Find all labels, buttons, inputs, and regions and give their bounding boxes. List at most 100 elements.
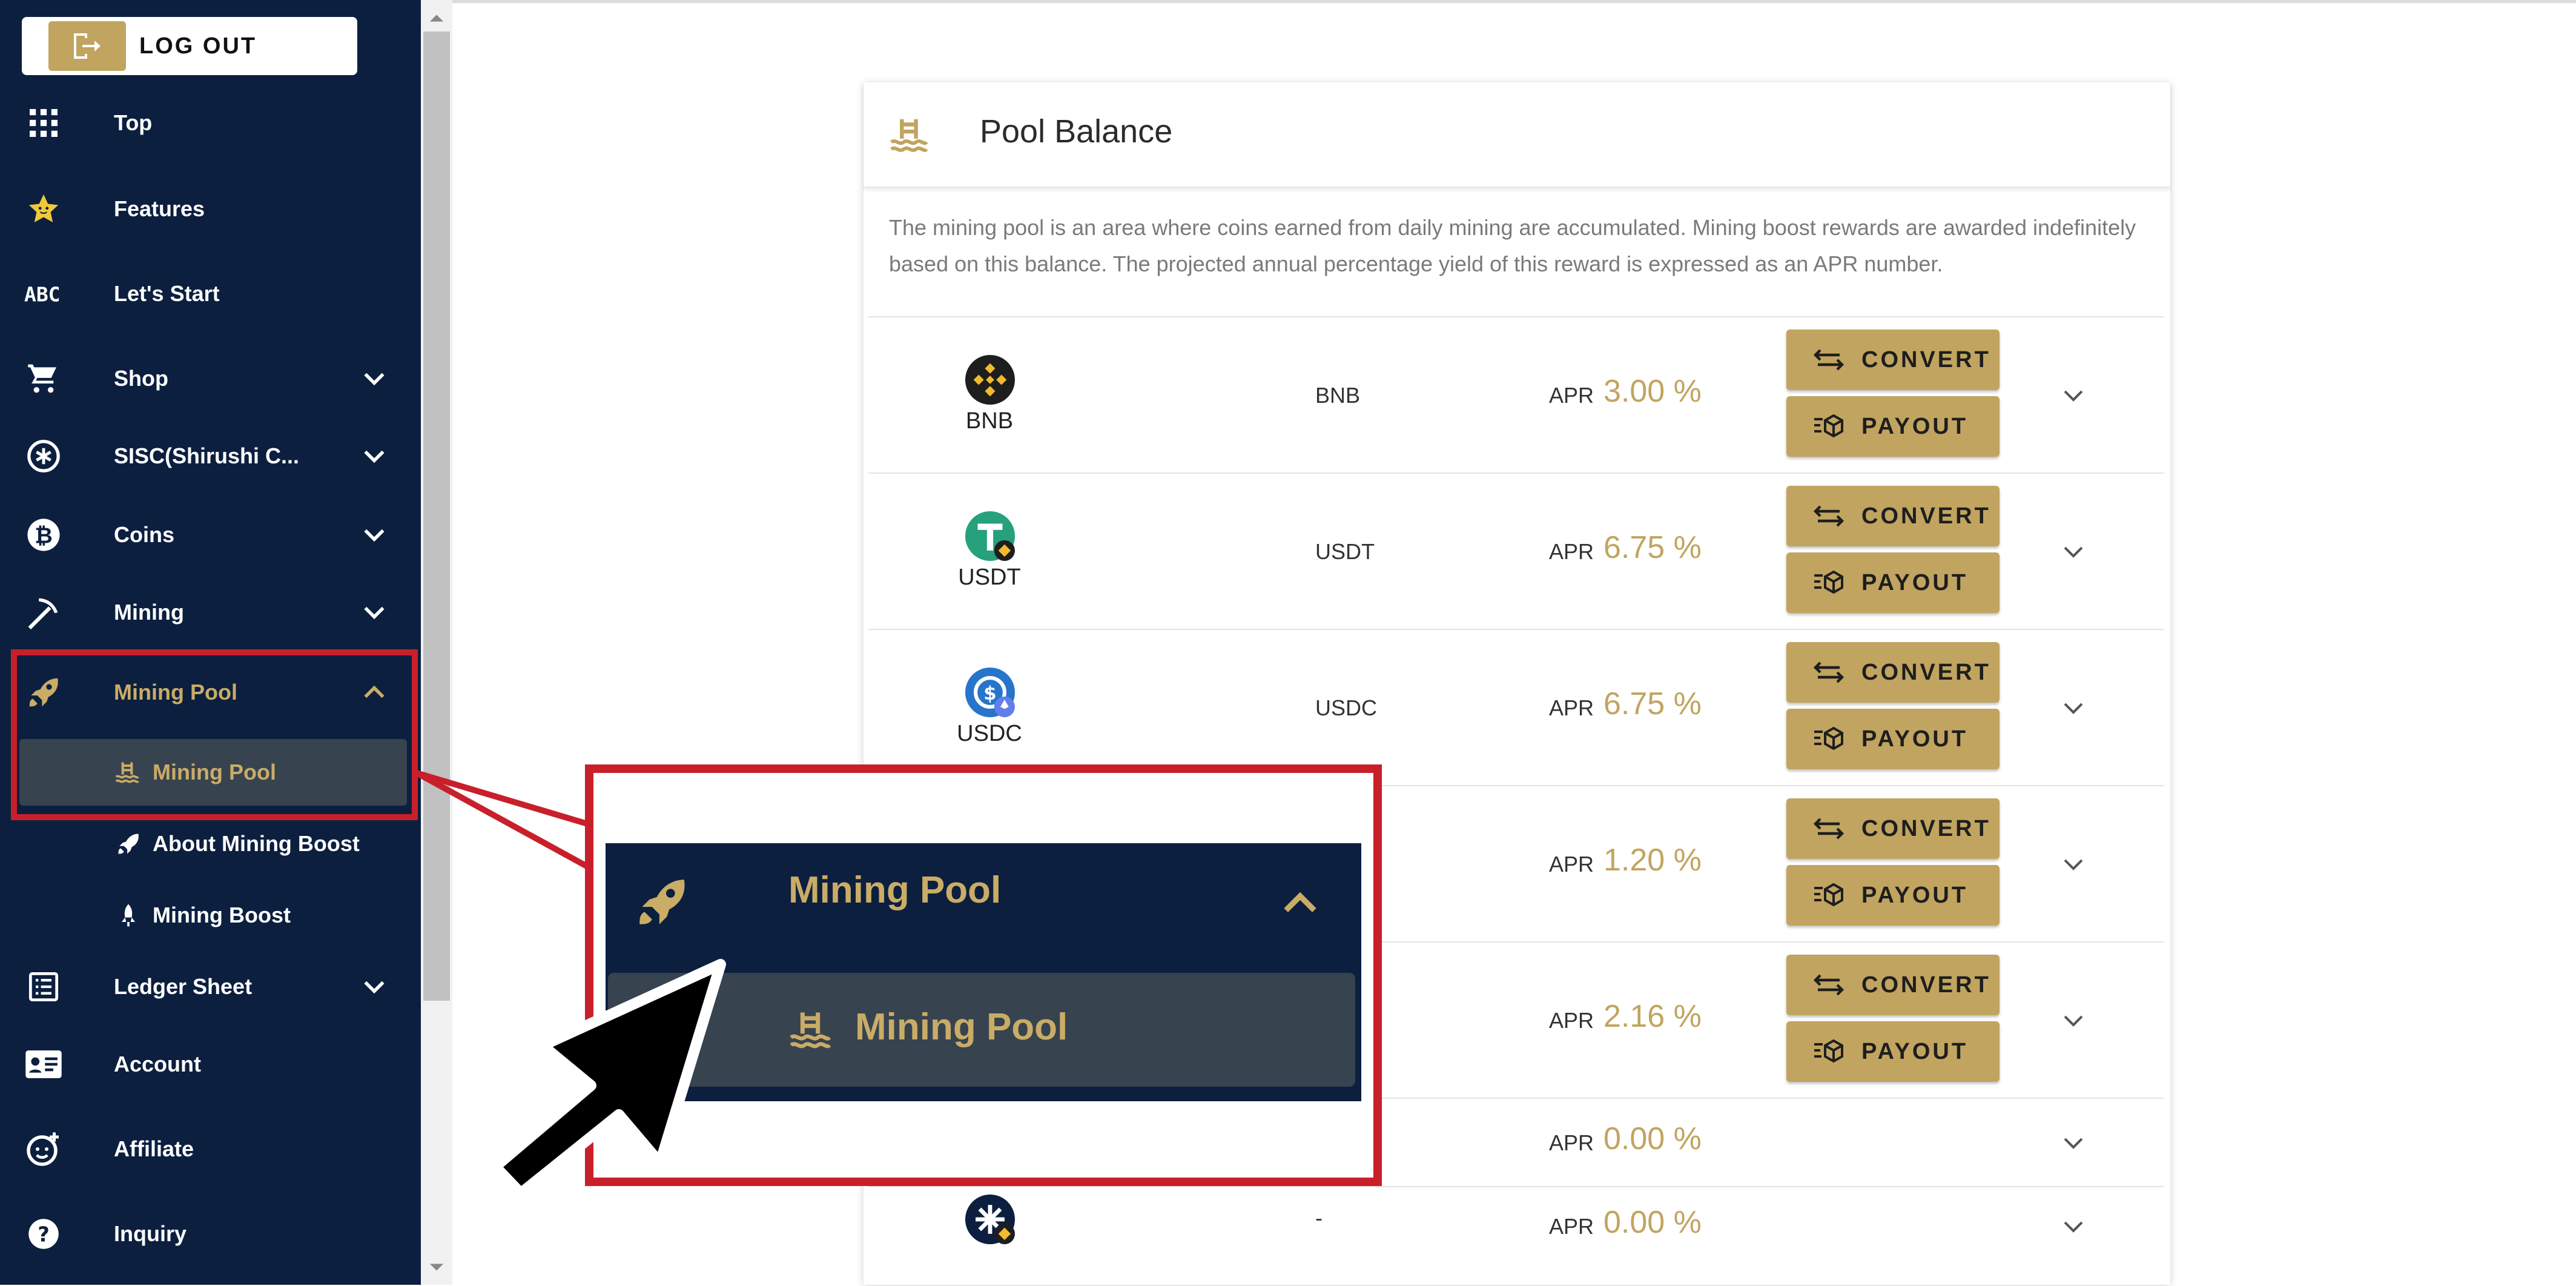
apr-value: 6.75 % [1603, 530, 1702, 565]
logout-button[interactable]: LOG OUT [22, 17, 357, 75]
sidebar-item-features[interactable]: Features [0, 176, 421, 242]
payout-label: PAYOUT [1861, 413, 1969, 439]
apr-value: 3.00 % [1603, 374, 1702, 409]
coin-name: BNB [965, 408, 1014, 434]
bnb-coin-icon [965, 355, 1015, 405]
callout-connector [415, 770, 595, 873]
apr-label: APR [1549, 852, 1594, 877]
apr-label: APR [1549, 539, 1594, 564]
chevron-down-icon[interactable] [361, 365, 388, 392]
chevron-down-icon[interactable] [2059, 1211, 2088, 1241]
sidebar-subitem-mining-boost[interactable]: Mining Boost [0, 882, 421, 949]
pool-icon [890, 119, 928, 152]
sidebar-item-ledger-sheet[interactable]: Ledger Sheet [0, 953, 421, 1020]
apr-value: 1.20 % [1603, 843, 1702, 878]
convert-label: CONVERT [1861, 815, 1991, 841]
apr-value: 0.00 % [1603, 1121, 1702, 1156]
scroll-up-arrow-icon[interactable] [428, 10, 445, 27]
svg-text:?: ? [38, 1222, 50, 1246]
convert-label: CONVERT [1861, 346, 1991, 373]
face-add-icon [24, 1130, 63, 1168]
coin-icon [965, 1195, 1015, 1244]
zoom-nav-item-label: Mining Pool [788, 869, 1002, 911]
scroll-down-arrow-icon[interactable] [428, 1259, 445, 1276]
pool-row-usdt: USDT USDT APR 6.75 % CONVERT PAYOUT [868, 472, 2164, 630]
chevron-down-icon[interactable] [2059, 1006, 2088, 1035]
pool-row-usdc: $ USDC USDC APR 6.75 % CONVERT PAYOUT [868, 629, 2164, 786]
pool-row: - APR 0.00 % [868, 1186, 2164, 1286]
payout-button[interactable]: PAYOUT [1786, 1021, 2000, 1082]
apr-label: APR [1549, 695, 1594, 720]
payout-button[interactable]: PAYOUT [1786, 709, 2000, 769]
sidebar-item-label: Top [114, 110, 153, 135]
payout-button[interactable]: PAYOUT [1786, 396, 2000, 457]
sidebar-subitem-about-mining-boost[interactable]: About Mining Boost [0, 810, 421, 877]
sidebar-item-coins[interactable]: ₿ Coins [0, 502, 421, 568]
sidebar-item-top[interactable]: Top [0, 90, 421, 156]
card-header: Pool Balance [864, 82, 2170, 188]
apr-label: APR [1549, 1008, 1594, 1033]
convert-label: CONVERT [1861, 972, 1991, 998]
convert-button[interactable]: CONVERT [1786, 330, 2000, 390]
apr-value: 6.75 % [1603, 686, 1702, 721]
payout-box-icon [1814, 883, 1843, 907]
pool-icon [790, 1012, 831, 1049]
usdc-coin-icon: $ [965, 668, 1015, 717]
sidebar-item-label: Inquiry [114, 1221, 187, 1246]
sidebar: LOG OUT Top Features ABC Let's Start Sho… [0, 0, 421, 1285]
chevron-down-icon[interactable] [361, 443, 388, 469]
chevron-down-icon[interactable] [2059, 693, 2088, 722]
chevron-down-icon[interactable] [2059, 380, 2088, 409]
sidebar-scrollbar[interactable] [421, 0, 452, 1285]
chevron-down-icon[interactable] [361, 973, 388, 1000]
sidebar-item-affiliate[interactable]: Affiliate [0, 1116, 421, 1182]
payout-button[interactable]: PAYOUT [1786, 552, 2000, 613]
sidebar-item-label: SISC(Shirushi C... [114, 443, 300, 468]
sidebar-item-label: Coins [114, 522, 175, 547]
sidebar-subitem-label: Mining Boost [153, 903, 291, 927]
payout-label: PAYOUT [1861, 569, 1969, 595]
sidebar-item-label: Mining [114, 600, 184, 625]
sidebar-item-lets-start[interactable]: ABC Let's Start [0, 260, 421, 327]
convert-button[interactable]: CONVERT [1786, 798, 2000, 859]
convert-button[interactable]: CONVERT [1786, 642, 2000, 703]
sidebar-item-mining[interactable]: Mining [0, 579, 421, 646]
convert-button[interactable]: CONVERT [1786, 955, 2000, 1015]
chevron-down-icon[interactable] [2059, 537, 2088, 566]
convert-button[interactable]: CONVERT [1786, 486, 2000, 546]
convert-label: CONVERT [1861, 503, 1991, 529]
bitcoin-icon: ₿ [24, 515, 63, 554]
sidebar-item-shop[interactable]: Shop [0, 345, 421, 412]
coin-balance: USDT [1315, 539, 1375, 564]
logout-icon [48, 21, 126, 71]
convert-label: CONVERT [1861, 659, 1991, 685]
chevron-up-icon[interactable] [1279, 882, 1321, 924]
chevron-down-icon[interactable] [361, 522, 388, 548]
cursor-arrow-icon [490, 959, 726, 1199]
usdt-coin-icon [965, 511, 1015, 561]
payout-box-icon [1814, 571, 1843, 594]
apr-value: 0.00 % [1603, 1205, 1702, 1240]
svg-text:$: $ [983, 683, 996, 704]
sidebar-item-label: Let's Start [114, 281, 220, 306]
swap-arrows-icon [1813, 661, 1844, 683]
highlight-frame [11, 649, 418, 820]
sidebar-item-inquiry[interactable]: ? Inquiry [0, 1201, 421, 1267]
sidebar-item-sisc[interactable]: SISC(Shirushi C... [0, 423, 421, 489]
chevron-down-icon[interactable] [2059, 1128, 2088, 1157]
sidebar-item-account[interactable]: Account [0, 1031, 421, 1098]
svg-text:₿: ₿ [35, 522, 53, 548]
id-card-icon [24, 1045, 63, 1084]
payout-button[interactable]: PAYOUT [1786, 865, 2000, 926]
page-title: Pool Balance [980, 113, 1173, 150]
swap-arrows-icon [1813, 974, 1844, 996]
apr-label: APR [1549, 1130, 1594, 1155]
abc-icon: ABC [24, 274, 63, 313]
coin-balance: BNB [1315, 383, 1361, 408]
chevron-down-icon[interactable] [361, 599, 388, 626]
top-divider [452, 0, 2576, 3]
coin-balance: USDC [1315, 695, 1378, 720]
payout-box-icon [1814, 727, 1843, 751]
rocket-icon [118, 834, 139, 854]
chevron-down-icon[interactable] [2059, 849, 2088, 878]
